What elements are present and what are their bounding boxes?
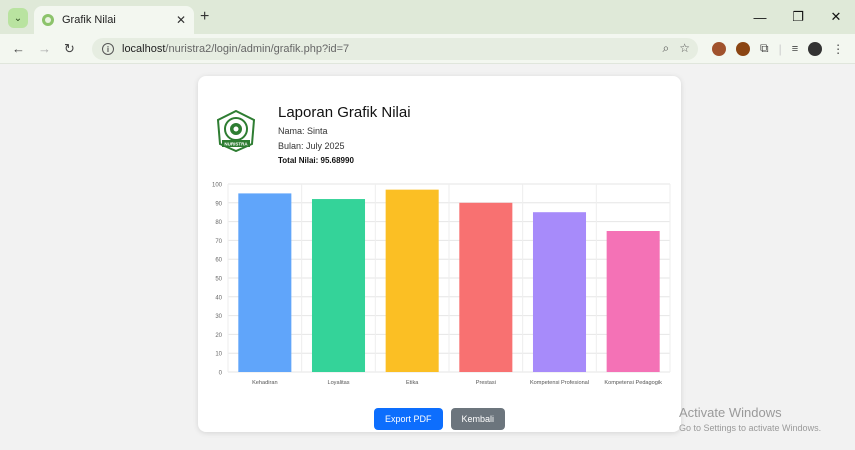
- browser-toolbar: ← → ↻ i localhost/nuristra2/login/admin/…: [0, 34, 855, 64]
- forward-arrow-icon[interactable]: →: [38, 41, 51, 56]
- y-tick-label: 80: [215, 220, 222, 226]
- y-tick-label: 20: [215, 333, 222, 339]
- new-tab-icon[interactable]: +: [200, 8, 209, 26]
- x-tick-label: Kompetensi Pedagogik: [604, 380, 662, 386]
- back-arrow-icon[interactable]: ←: [12, 41, 25, 56]
- extensions-area: ⧉ | ≡ ⋮: [712, 41, 844, 56]
- extension-cookie-icon[interactable]: [712, 41, 726, 56]
- total-score: Total Nilai: 95.68990: [278, 156, 354, 165]
- bar-kompetensi-pedagogik: [606, 231, 660, 372]
- window-controls: — ❐ ✕: [741, 0, 855, 34]
- bar-chart-svg: 0 10 20 30 40 50 60 70 80 90 100 Kehadiran Loyalitas…: [212, 183, 671, 386]
- extension-cookie2-icon[interactable]: [736, 41, 750, 56]
- bar-etika: [385, 189, 439, 372]
- url-path: /nuristra2/login/admin/grafik.php?id=7: [165, 43, 350, 55]
- profile-avatar[interactable]: [808, 41, 823, 56]
- report-month: Bulan: July 2025: [278, 141, 345, 151]
- y-tick-label: 40: [215, 295, 222, 301]
- watermark-subtitle: Go to Settings to activate Windows.: [679, 423, 822, 433]
- url-host: localhost: [122, 43, 166, 55]
- reload-icon[interactable]: ↻: [64, 41, 75, 57]
- y-tick-label: 100: [212, 183, 223, 189]
- watermark-title: Activate Windows: [679, 405, 782, 420]
- bookmark-star-icon[interactable]: ☆: [679, 41, 690, 56]
- report-card: NURISTRA Laporan Grafik Nilai Nama: Sint…: [198, 76, 681, 432]
- tab-search-icon[interactable]: ⌄: [8, 8, 28, 28]
- back-button[interactable]: Kembali: [450, 408, 506, 430]
- restore-icon[interactable]: ❐: [779, 9, 817, 25]
- close-tab-icon[interactable]: ✕: [176, 13, 186, 27]
- y-tick-label: 10: [215, 352, 222, 358]
- y-tick-label: 0: [219, 371, 223, 377]
- favicon-icon: [42, 14, 54, 26]
- y-tick-label: 50: [215, 277, 222, 283]
- site-info-icon[interactable]: i: [102, 43, 114, 55]
- export-pdf-button[interactable]: Export PDF: [373, 408, 443, 430]
- tab-title: Grafik Nilai: [62, 14, 116, 26]
- address-bar[interactable]: i localhost/nuristra2/login/admin/grafik…: [92, 38, 698, 60]
- minimize-icon[interactable]: —: [741, 10, 779, 25]
- action-buttons: Export PDF Kembali: [198, 408, 681, 430]
- bar-kompetensi-profesional: [532, 212, 587, 372]
- y-tick-label: 70: [215, 239, 222, 245]
- activate-windows-watermark: Activate Windows Go to Settings to activ…: [679, 405, 821, 433]
- zoom-icon[interactable]: ⌕: [663, 41, 670, 56]
- bar-chart: 0 10 20 30 40 50 60 70 80 90 100 Kehadiran Loyalitas…: [202, 176, 677, 394]
- page-content: NURISTRA Laporan Grafik Nilai Nama: Sint…: [10, 64, 855, 450]
- report-title: Laporan Grafik Nilai: [278, 104, 411, 121]
- toolbar-divider: |: [778, 41, 782, 56]
- x-tick-label: Kehadiran: [252, 380, 278, 386]
- browser-tab[interactable]: Grafik Nilai ✕: [34, 6, 194, 34]
- bar-kehadiran: [238, 193, 292, 372]
- x-tick-label: Etika: [406, 380, 419, 386]
- student-name: Nama: Sinta: [278, 126, 328, 136]
- y-tick-label: 90: [215, 201, 222, 207]
- x-tick-label: Kompetensi Profesional: [530, 380, 589, 386]
- browser-tab-strip: ⌄ Grafik Nilai ✕ + — ❐ ✕: [0, 0, 855, 34]
- x-tick-label: Loyalitas: [327, 380, 349, 386]
- x-tick-label: Prestasi: [476, 380, 496, 386]
- close-window-icon[interactable]: ✕: [817, 9, 855, 25]
- extensions-puzzle-icon[interactable]: ⧉: [760, 41, 769, 56]
- svg-text:NURISTRA: NURISTRA: [224, 142, 248, 147]
- y-tick-label: 30: [215, 314, 222, 320]
- bar-prestasi: [459, 202, 513, 372]
- y-tick-label: 60: [215, 258, 222, 264]
- bar-loyalitas: [311, 199, 366, 372]
- reading-list-icon[interactable]: ≡: [792, 43, 798, 55]
- school-logo: NURISTRA: [216, 110, 256, 152]
- menu-kebab-icon[interactable]: ⋮: [832, 42, 844, 56]
